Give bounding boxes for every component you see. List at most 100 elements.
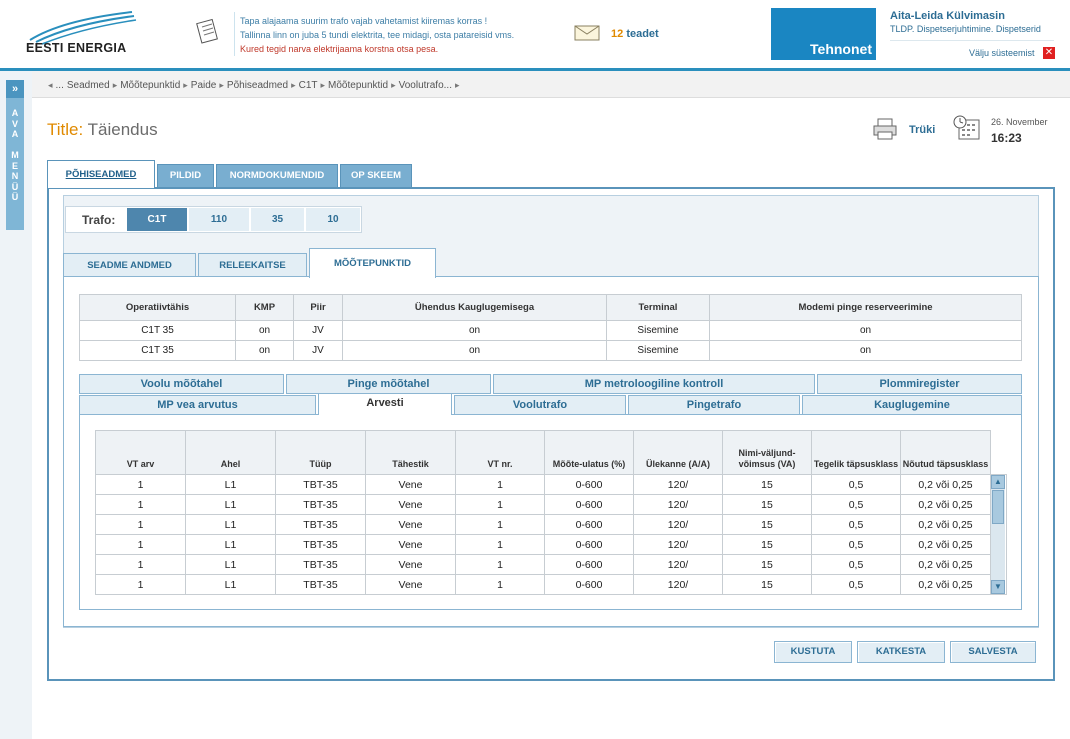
breadcrumb-item[interactable]: C1T [299,80,318,91]
menu-label: AVAMENÜÜ [11,108,19,202]
open-menu-button[interactable]: » AVAMENÜÜ [6,80,24,230]
trafo-option-10[interactable]: 10 [306,208,360,231]
table-row[interactable]: 1 L1 TBT-35 Vene 1 0-600 120/15 0,5 0,2 või 0,25 [95,494,991,515]
printer-icon[interactable] [872,118,898,140]
table-cell: 0,2 või 0,25 [900,474,991,495]
column-header[interactable]: Ülekanne (A/A) [633,430,723,475]
tab-voolu-mootahel[interactable]: Voolu mõõtahel [79,374,284,394]
table-cell: L1 [185,554,276,575]
tab-arvesti[interactable]: Arvesti [318,393,452,415]
save-button[interactable]: SALVESTA [950,641,1036,663]
column-header[interactable]: Tüüp [275,430,366,475]
delete-button[interactable]: KUSTUTA [774,641,852,663]
tab-pohiseadmed[interactable]: PÕHISEADMED [47,160,155,188]
tab-pildid[interactable]: PILDID [157,164,214,188]
current-transformer-table: VT arv Ahel Tüüp Tähestik VT nr. Mõõte-ulatus… [95,430,991,595]
tab-voolutrafo[interactable]: Voolutrafo [454,395,626,415]
logout-link[interactable]: Välju süsteemist [969,48,1035,58]
scrollbar-thumb[interactable] [992,490,1004,524]
column-header[interactable]: Tähestik [365,430,456,475]
table-cell: 0,2 või 0,25 [900,554,991,575]
column-header[interactable]: VT nr. [455,430,545,475]
table-cell: Vene [365,514,456,535]
message-item[interactable]: Tallinna linn on juba 5 tundi elektrita,… [240,28,514,42]
message-item[interactable]: Tapa alajaama suurim trafo vajab vahetam… [240,14,514,28]
user-name: Aita-Leida Külvimasin [890,10,1005,22]
table-cell: 1 [455,514,545,535]
table-cell: L1 [185,494,276,515]
tab-pinge-mootahel[interactable]: Pinge mõõtahel [286,374,491,394]
tab-mp-metroloogiline-kontroll[interactable]: MP metroloogiline kontroll [493,374,815,394]
table-cell: TBT-35 [275,554,366,575]
trafo-option-c1t[interactable]: C1T [127,208,187,231]
tehnonet-logo[interactable]: Tehnonet [771,8,876,60]
breadcrumb-item[interactable]: Seadmed [67,80,110,91]
breadcrumb-item[interactable]: Voolutrafo... [399,80,452,91]
table-cell: L1 [185,514,276,535]
meter-points-table: Operatiivtähis KMP Piir Ühendus Kaugluge… [79,294,1022,361]
notices-link[interactable]: 12 teadet [611,28,659,40]
column-header[interactable]: Ahel [185,430,276,475]
column-header[interactable]: Tegelik täpsusklass [811,430,901,475]
scroll-up-icon[interactable]: ▲ [991,475,1005,489]
close-icon[interactable]: ✕ [1043,47,1055,59]
breadcrumb-item[interactable]: Põhiseadmed [227,80,288,91]
table-cell: 1 [95,474,186,495]
message-item[interactable]: Kured tegid narva elektrijaama korstna o… [240,42,514,56]
cancel-button[interactable]: KATKESTA [857,641,945,663]
breadcrumb-item[interactable]: Mõõtepunktid [120,80,180,91]
table-row[interactable]: C1T 35 on JV on Sisemine on [79,320,1022,341]
tab-kauglugemine[interactable]: Kauglugemine [802,395,1022,415]
tab-releekaitse[interactable]: RELEEKAITSE [198,253,307,277]
title-value: Täiendus [87,120,158,139]
print-button[interactable]: Trüki [909,124,935,136]
table-cell: Vene [365,574,456,595]
column-header[interactable]: Terminal [606,294,710,321]
trafo-option-35[interactable]: 35 [251,208,304,231]
page-title: Title: Täiendus [47,120,158,140]
column-header[interactable]: Operatiivtähis [79,294,236,321]
table-cell: 0,2 või 0,25 [900,534,991,555]
trafo-option-110[interactable]: 110 [189,208,249,231]
breadcrumb-item[interactable]: ... [56,80,64,91]
tab-seadme-andmed[interactable]: SEADME ANDMED [63,253,196,277]
scroll-down-icon[interactable]: ▼ [991,580,1005,594]
table-row[interactable]: 1 L1 TBT-35 Vene 1 0-600 120/15 0,5 0,2 või 0,25 [95,514,991,535]
notices-label: teadet [626,28,659,40]
breadcrumb-item[interactable]: Paide [191,80,217,91]
table-row[interactable]: C1T 35 on JV on Sisemine on [79,340,1022,361]
column-header[interactable]: VT arv [95,430,186,475]
table-row[interactable]: 1 L1 TBT-35 Vene 1 0-600 120/15 0,5 0,2 või 0,25 [95,474,991,495]
table-cell: on [342,320,607,341]
table-cell: 0-600 [544,514,634,535]
table-cell: 0,5 [811,534,901,555]
tab-normdokumendid[interactable]: NORMDOKUMENDID [216,164,338,188]
table-row[interactable]: 1 L1 TBT-35 Vene 1 0-600 120/15 0,5 0,2 või 0,25 [95,534,991,555]
tehnonet-logo-text: Tehnonet [810,41,872,57]
tab-mootepunktid[interactable]: MÕÕTEPUNKTID [309,248,436,278]
table-cell: 0-600 [544,554,634,575]
logo-text: EESTI ENERGIA [26,41,127,55]
breadcrumb-item[interactable]: Mõõtepunktid [328,80,388,91]
title-label: Title: [47,120,84,139]
tab-plommiregister[interactable]: Plommiregister [817,374,1022,394]
table-cell: 15 [722,514,812,535]
envelope-icon[interactable] [574,25,600,41]
column-header[interactable]: Piir [293,294,343,321]
table-cell: 0,2 või 0,25 [900,514,991,535]
column-header[interactable]: Nõutud täpsusklass [900,430,991,475]
column-header[interactable]: Ühendus Kauglugemisega [342,294,607,321]
table-cell: 15 [722,534,812,555]
table-row[interactable]: 1 L1 TBT-35 Vene 1 0-600 120/15 0,5 0,2 või 0,25 [95,574,991,595]
tab-pingetrafo[interactable]: Pingetrafo [628,395,800,415]
column-header[interactable]: Modemi pinge reserveerimine [709,294,1022,321]
table-cell: L1 [185,534,276,555]
table-cell: 15 [722,574,812,595]
tab-op-skeem[interactable]: OP SKEEM [340,164,412,188]
tab-mp-vea-arvutus[interactable]: MP vea arvutus [79,395,316,415]
table-row[interactable]: 1 L1 TBT-35 Vene 1 0-600 120/15 0,5 0,2 või 0,25 [95,554,991,575]
column-header[interactable]: Mõõte-ulatus (%) [544,430,634,475]
table-cell: TBT-35 [275,494,366,515]
column-header[interactable]: Nimi-väljund-võimsus (VA) [722,430,812,475]
column-header[interactable]: KMP [235,294,294,321]
